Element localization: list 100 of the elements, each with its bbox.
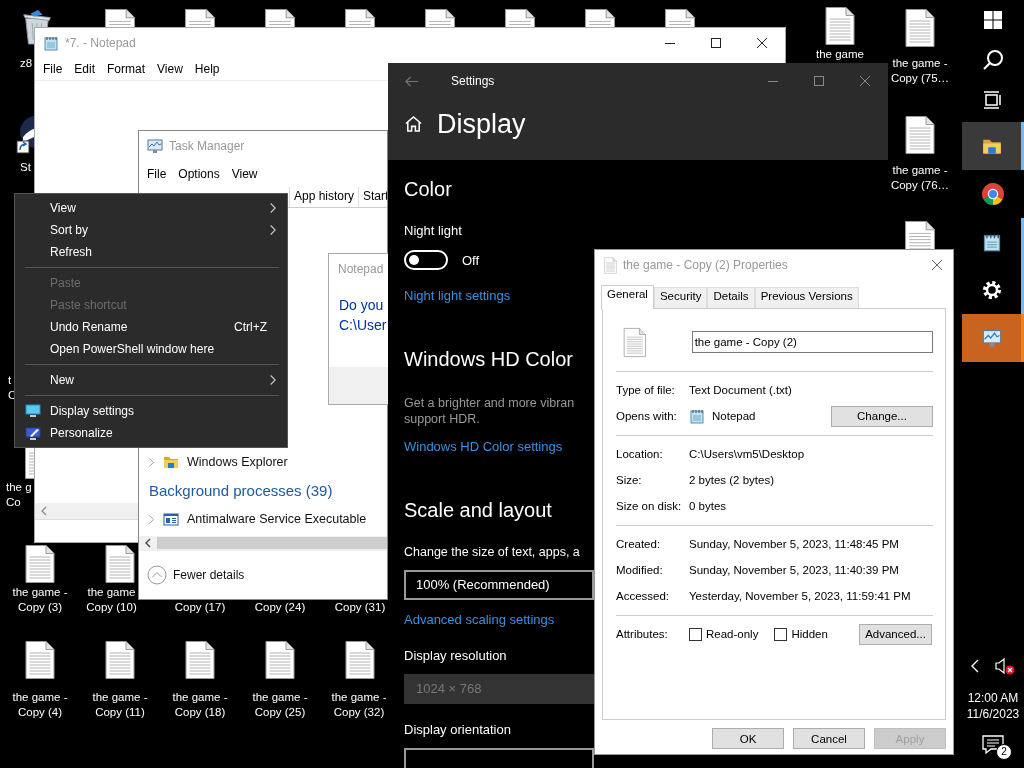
menu-item[interactable]: Display settings: [15, 400, 287, 422]
file-icon[interactable]: [424, 8, 456, 27]
file-icon[interactable]: [904, 115, 936, 155]
file-icon[interactable]: [104, 640, 136, 680]
file-icon[interactable]: [344, 640, 376, 680]
file-icon[interactable]: [104, 8, 136, 27]
tab[interactable]: App history: [289, 187, 359, 207]
checkbox[interactable]: [774, 627, 788, 641]
icon-label: St: [20, 160, 32, 175]
menu-item[interactable]: Format: [101, 62, 152, 76]
field-label: Created:: [616, 538, 662, 550]
back-arrow-icon[interactable]: [404, 74, 419, 88]
file-icon[interactable]: [184, 8, 216, 27]
scroll-left-icon[interactable]: [144, 538, 152, 548]
file-icon[interactable]: [584, 8, 616, 27]
expand-icon: [147, 456, 155, 468]
browser-icon: [981, 182, 1005, 206]
icon-label: the game Copy (10): [85, 585, 138, 615]
icon-label: the game - Copy (32): [330, 690, 388, 720]
section-heading: Color: [404, 177, 452, 202]
field-label: Location:: [616, 448, 664, 460]
link[interactable]: Night light settings: [404, 286, 511, 306]
menu-item[interactable]: Help: [188, 62, 226, 76]
menu-item[interactable]: Open PowerShell window here: [15, 338, 287, 360]
scrollbar[interactable]: [35, 503, 138, 519]
dialog-button[interactable]: Cancel: [793, 728, 865, 749]
icon-label: z8: [20, 56, 34, 71]
menu-item[interactable]: New: [15, 369, 287, 391]
tab[interactable]: Security: [653, 287, 708, 308]
link[interactable]: Windows HD Color settings: [404, 437, 563, 457]
menu-item[interactable]: File: [141, 167, 173, 181]
close-icon[interactable]: [757, 38, 767, 48]
task-manager-icon: [147, 138, 163, 154]
field-value: 0 bytes: [689, 500, 727, 512]
notepad-icon: [981, 232, 1002, 252]
task-view-icon[interactable]: [983, 90, 1003, 110]
file-icon[interactable]: [24, 640, 56, 680]
setting-label: Night light: [404, 222, 462, 240]
speaker-muted-icon[interactable]: [995, 657, 1015, 675]
file-icon[interactable]: [904, 8, 936, 48]
menu-item[interactable]: Sort by: [15, 219, 287, 241]
setting-label: Display resolution: [404, 647, 507, 665]
file-icon[interactable]: [184, 640, 216, 680]
link[interactable]: Advanced scaling settings: [404, 610, 555, 630]
file-icon[interactable]: [504, 8, 536, 27]
name-field[interactable]: the game - Copy (2): [691, 331, 933, 353]
file-icon[interactable]: [24, 544, 56, 584]
menu-item[interactable]: View: [225, 167, 264, 181]
file-icon: [623, 326, 647, 358]
group-heading: Background processes (39): [148, 481, 334, 501]
file-icon[interactable]: [264, 8, 296, 27]
icon-label: the game - Copy (4): [11, 690, 69, 720]
file-icon[interactable]: [824, 6, 856, 46]
maximize-icon[interactable]: [711, 38, 721, 48]
change-button[interactable]: Change...: [831, 405, 933, 427]
page-heading: Display: [437, 108, 526, 140]
folder-icon: [163, 454, 179, 470]
menu-item[interactable]: Refresh: [15, 241, 287, 263]
dropdown[interactable]: 100% (Recommended): [404, 570, 594, 600]
toggle-state: Off: [462, 252, 480, 268]
scrollbar[interactable]: [139, 536, 387, 550]
tab[interactable]: General: [601, 285, 654, 309]
notepad-icon: [689, 408, 705, 424]
field-value: Sunday, November 5, 2023, 11:48:45 PM: [689, 538, 899, 550]
field-label: Type of file:: [616, 384, 676, 396]
fewer-details-button[interactable]: Fewer details: [147, 565, 245, 585]
menu-item[interactable]: Edit: [68, 62, 102, 76]
notepad-icon: [43, 35, 59, 51]
windows-logo-icon[interactable]: [983, 10, 1003, 30]
chevron-up-icon: [147, 565, 167, 585]
field-label: Opens with:: [616, 410, 678, 422]
field-value: C:\Users\vm5\Desktop: [689, 448, 805, 460]
menu-item[interactable]: Personalize: [15, 422, 287, 444]
window-title: the game - Copy (2) Properties: [623, 258, 788, 272]
field-value: Text Document (.txt): [689, 384, 792, 396]
menu-item[interactable]: View: [15, 197, 287, 219]
file-icon[interactable]: [264, 640, 296, 680]
menu-item: Paste shortcut: [49, 297, 128, 314]
taskbar-button[interactable]: [962, 122, 1024, 170]
toggle-switch[interactable]: [404, 250, 448, 270]
field-value: 2 bytes (2 bytes): [689, 474, 774, 486]
file-icon[interactable]: [344, 8, 376, 27]
checkbox[interactable]: [689, 627, 702, 641]
menu-item[interactable]: View: [151, 62, 189, 76]
tab[interactable]: Details: [707, 287, 755, 308]
field-label: Accessed:: [616, 590, 671, 602]
menu-item[interactable]: File: [37, 62, 69, 76]
dialog-button[interactable]: OK: [712, 728, 784, 749]
advanced-button[interactable]: Advanced...: [859, 623, 932, 645]
menu-item[interactable]: Undo Rename Ctrl+Z: [15, 316, 287, 338]
chevron-left-icon[interactable]: [971, 659, 979, 673]
tab[interactable]: Previous Versions: [754, 287, 859, 308]
clock[interactable]: 12:00 AM 11/6/2023: [962, 690, 1024, 722]
file-icon[interactable]: [104, 544, 136, 584]
icon-label: Copy (17): [173, 600, 227, 615]
file-icon[interactable]: [664, 8, 696, 27]
file-icon[interactable]: [904, 220, 936, 249]
icon-label: the g Co: [6, 480, 33, 510]
menu-item[interactable]: Options: [172, 167, 226, 181]
search-icon[interactable]: [982, 49, 1004, 71]
